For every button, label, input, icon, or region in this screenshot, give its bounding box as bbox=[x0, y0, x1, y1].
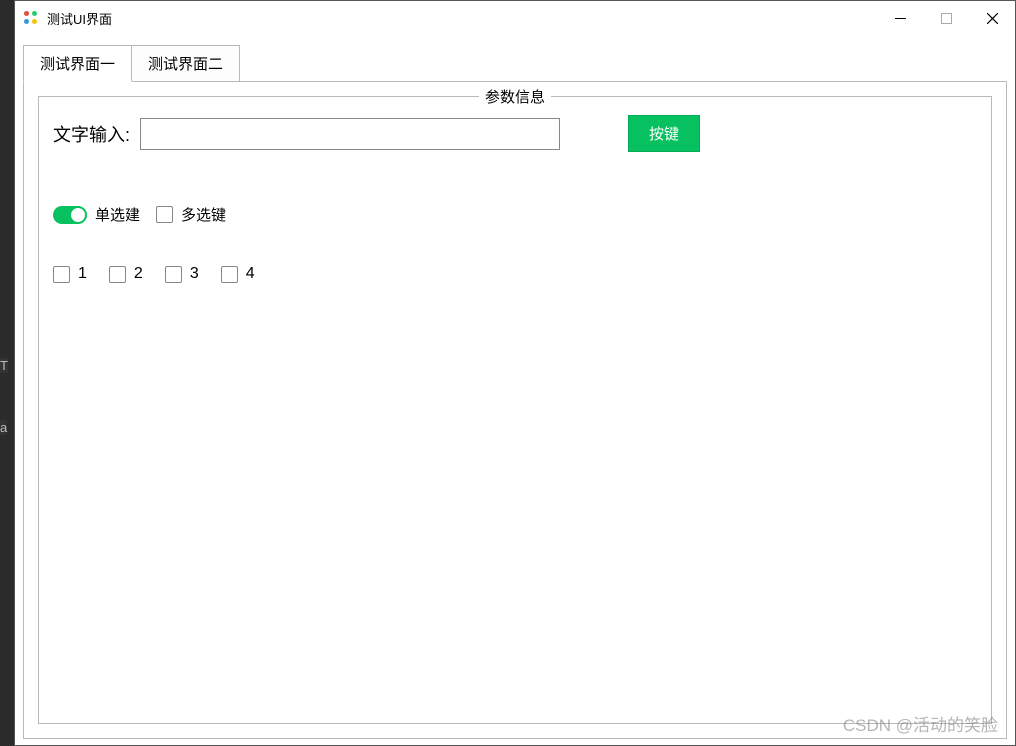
multi-checkbox[interactable] bbox=[156, 206, 173, 223]
checkbox-3-label: 3 bbox=[190, 265, 199, 283]
checkbox-4-label: 4 bbox=[246, 265, 255, 283]
checkbox-1-label: 1 bbox=[78, 265, 87, 283]
minimize-button[interactable] bbox=[877, 1, 923, 35]
titlebar: 测试UI界面 bbox=[15, 1, 1015, 35]
radio-switch-label: 单选建 bbox=[95, 204, 140, 225]
background-fragment: T bbox=[0, 358, 8, 373]
groupbox-title: 参数信息 bbox=[479, 86, 551, 107]
window-title: 测试UI界面 bbox=[47, 9, 112, 28]
checkbox-2[interactable] bbox=[109, 266, 126, 283]
groupbox-params: 参数信息 文字输入: 按键 单选建 多选键 bbox=[38, 96, 992, 724]
multi-checkbox-label: 多选键 bbox=[181, 204, 226, 225]
text-input[interactable] bbox=[140, 118, 560, 150]
checkbox-group-4: 4 bbox=[221, 265, 255, 283]
maximize-button[interactable] bbox=[923, 1, 969, 35]
toggle-row: 单选建 多选键 bbox=[53, 204, 977, 225]
text-input-label: 文字输入: bbox=[53, 121, 130, 147]
action-button[interactable]: 按键 bbox=[628, 115, 700, 152]
checkbox-4[interactable] bbox=[221, 266, 238, 283]
radio-switch[interactable] bbox=[53, 206, 87, 224]
text-input-row: 文字输入: 按键 bbox=[53, 115, 977, 152]
client-area: 测试界面一 测试界面二 参数信息 文字输入: 按键 单选建 多选键 bbox=[15, 35, 1015, 745]
checkbox-group-2: 2 bbox=[109, 265, 143, 283]
switch-knob-icon bbox=[71, 208, 85, 222]
background-fragment: a bbox=[0, 420, 7, 435]
app-window: 测试UI界面 测试界面一 测试界面二 参数信息 文字输入: bbox=[14, 0, 1016, 746]
checkbox-1[interactable] bbox=[53, 266, 70, 283]
checkbox-group-1: 1 bbox=[53, 265, 87, 283]
checkbox-3[interactable] bbox=[165, 266, 182, 283]
checkbox-row: 1 2 3 4 bbox=[53, 265, 977, 283]
tab-content: 参数信息 文字输入: 按键 单选建 多选键 bbox=[23, 81, 1007, 739]
titlebar-buttons bbox=[877, 1, 1015, 35]
checkbox-group-3: 3 bbox=[165, 265, 199, 283]
tab-test-page-1[interactable]: 测试界面一 bbox=[23, 45, 132, 82]
tabbar: 测试界面一 测试界面二 bbox=[23, 45, 1007, 82]
app-icon bbox=[23, 10, 39, 26]
tab-test-page-2[interactable]: 测试界面二 bbox=[131, 45, 240, 82]
checkbox-2-label: 2 bbox=[134, 265, 143, 283]
close-button[interactable] bbox=[969, 1, 1015, 35]
